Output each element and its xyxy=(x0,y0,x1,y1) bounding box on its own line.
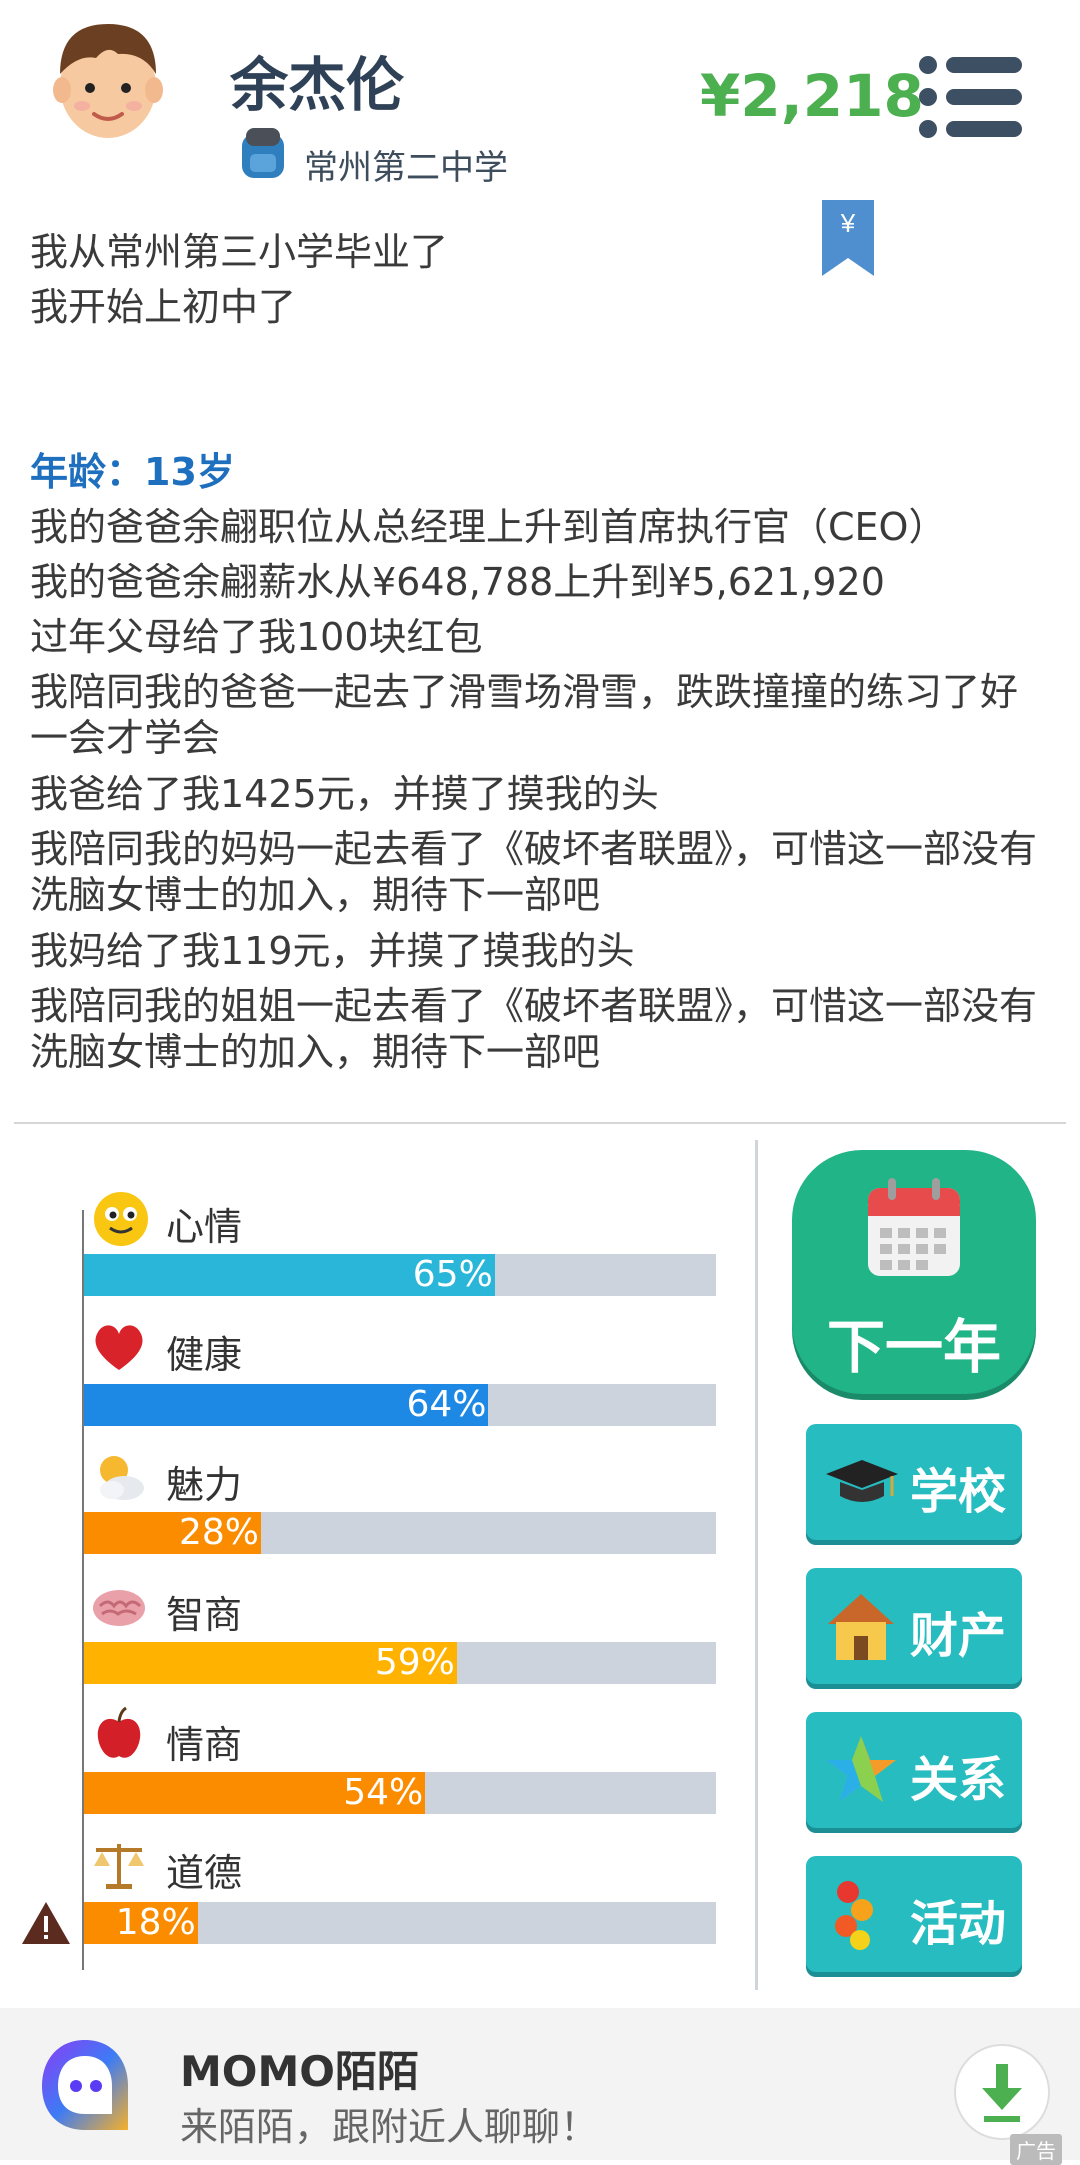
player-name: 余杰伦 xyxy=(230,51,405,119)
stat-bar-charm: 28% xyxy=(84,1512,716,1554)
log-line: 我妈给了我119元，并摸了摸我的头 xyxy=(30,929,635,973)
activities-label: 活动 xyxy=(910,1896,1007,1952)
ad-subtitle: 来陌陌，跟附近人聊聊！ xyxy=(180,2105,599,2149)
stat-bar-eq: 54% xyxy=(84,1772,716,1814)
momo-logo-icon xyxy=(42,2040,128,2130)
graduation-cap-icon xyxy=(826,1460,898,1502)
stat-value: 18% xyxy=(115,1902,196,1943)
money-balance: ¥2,218 xyxy=(700,62,924,130)
age-heading: 年龄：13岁 xyxy=(30,450,235,494)
yuan-bookmark-icon[interactable]: ¥ xyxy=(820,200,876,278)
heart-icon xyxy=(95,1325,143,1370)
column-divider xyxy=(755,1140,758,1990)
relations-label: 关系 xyxy=(910,1752,1007,1808)
log-line: 我从常州第三小学毕业了 xyxy=(30,230,449,274)
log-line: 我陪同我的妈妈一起去看了《破坏者联盟》，可惜这一部没有洗脑女博士的加入，期待下一… xyxy=(30,827,1038,917)
stat-bar-iq: 59% xyxy=(84,1642,716,1684)
property-label: 财产 xyxy=(910,1608,1007,1664)
stat-value: 64% xyxy=(406,1384,487,1425)
relations-button[interactable]: 关系 xyxy=(806,1712,1022,1828)
ad-title: MOMO陌陌 xyxy=(180,2047,419,2096)
log-line: 我开始上初中了 xyxy=(30,285,297,329)
log-line: 我的爸爸余翩薪水从¥648,788上升到¥5,621,920 xyxy=(30,560,885,604)
stat-label-iq: 智商 xyxy=(166,1593,243,1637)
star-icon xyxy=(826,1736,896,1802)
school-label: 学校 xyxy=(910,1464,1007,1520)
brain-icon xyxy=(93,1590,145,1626)
next-year-label: 下一年 xyxy=(826,1313,1001,1381)
event-log[interactable]: 我从常州第三小学毕业了 我开始上初中了 年龄：13岁 我的爸爸余翩职位从总经理上… xyxy=(30,190,1050,1070)
stat-bar-fill: 59% xyxy=(84,1642,457,1684)
ad-banner[interactable]: MOMO陌陌 来陌陌，跟附近人聊聊！ xyxy=(0,2008,1080,2160)
stat-bar-fill: 54% xyxy=(84,1772,426,1814)
stat-bar-fill: 64% xyxy=(84,1384,489,1426)
smiley-icon xyxy=(94,1192,148,1246)
calendar-icon xyxy=(868,1178,960,1276)
log-line: 我的爸爸余翩职位从总经理上升到首席执行官（CEO） xyxy=(30,505,947,549)
school-button[interactable]: 学校 xyxy=(806,1424,1022,1540)
stat-bar-fill: 28% xyxy=(84,1512,261,1554)
backpack-icon xyxy=(242,128,284,178)
stat-value: 59% xyxy=(374,1642,455,1683)
stat-bar-morality: 18% xyxy=(84,1902,716,1944)
next-year-button[interactable]: 下一年 xyxy=(792,1150,1036,1394)
property-button[interactable]: 财产 xyxy=(806,1568,1022,1684)
log-line: 我爸给了我1425元，并摸了摸我的头 xyxy=(30,772,659,816)
stat-value: 28% xyxy=(178,1512,259,1553)
ad-label: 广告 xyxy=(1010,2134,1062,2165)
header: 余杰伦 常州第二中学 ¥2,218 xyxy=(0,0,1080,188)
activities-button[interactable]: 活动 xyxy=(806,1856,1022,1972)
stat-value: 54% xyxy=(343,1772,424,1813)
ad-download-button[interactable] xyxy=(954,2044,1050,2140)
log-line: 我陪同我的姐姐一起去看了《破坏者联盟》，可惜这一部没有洗脑女博士的加入，期待下一… xyxy=(30,984,1038,1070)
stat-bar-fill: 18% xyxy=(84,1902,198,1944)
scales-icon xyxy=(94,1844,144,1889)
svg-text:¥: ¥ xyxy=(840,208,856,238)
stat-label-charm: 魅力 xyxy=(166,1463,243,1507)
log-line: 我陪同我的爸爸一起去了滑雪场滑雪，跌跌撞撞的练习了好一会才学会 xyxy=(30,670,1019,760)
stat-value: 65% xyxy=(412,1254,493,1295)
sun-cloud-icon xyxy=(100,1456,144,1500)
stat-bar-fill: 65% xyxy=(84,1254,495,1296)
house-icon xyxy=(828,1594,894,1660)
stat-bar-mood: 65% xyxy=(84,1254,716,1296)
stat-label-eq: 情商 xyxy=(166,1723,243,1767)
warning-icon xyxy=(22,1902,70,1944)
boy-avatar-icon[interactable] xyxy=(48,14,168,144)
menu-icon[interactable] xyxy=(918,55,1024,139)
log-line: 过年父母给了我100块红包 xyxy=(30,615,483,659)
stats-axis-line xyxy=(82,1210,84,1970)
apple-icon xyxy=(97,1706,141,1758)
stat-label-mood: 心情 xyxy=(166,1205,243,1249)
stat-label-morality: 道德 xyxy=(166,1851,243,1895)
section-divider xyxy=(14,1122,1066,1124)
school-name: 常州第二中学 xyxy=(304,148,508,188)
stat-bar-health: 64% xyxy=(84,1384,716,1426)
download-icon xyxy=(982,2064,1022,2122)
stat-label-health: 健康 xyxy=(166,1333,243,1377)
activity-dots-icon xyxy=(835,1881,873,1950)
